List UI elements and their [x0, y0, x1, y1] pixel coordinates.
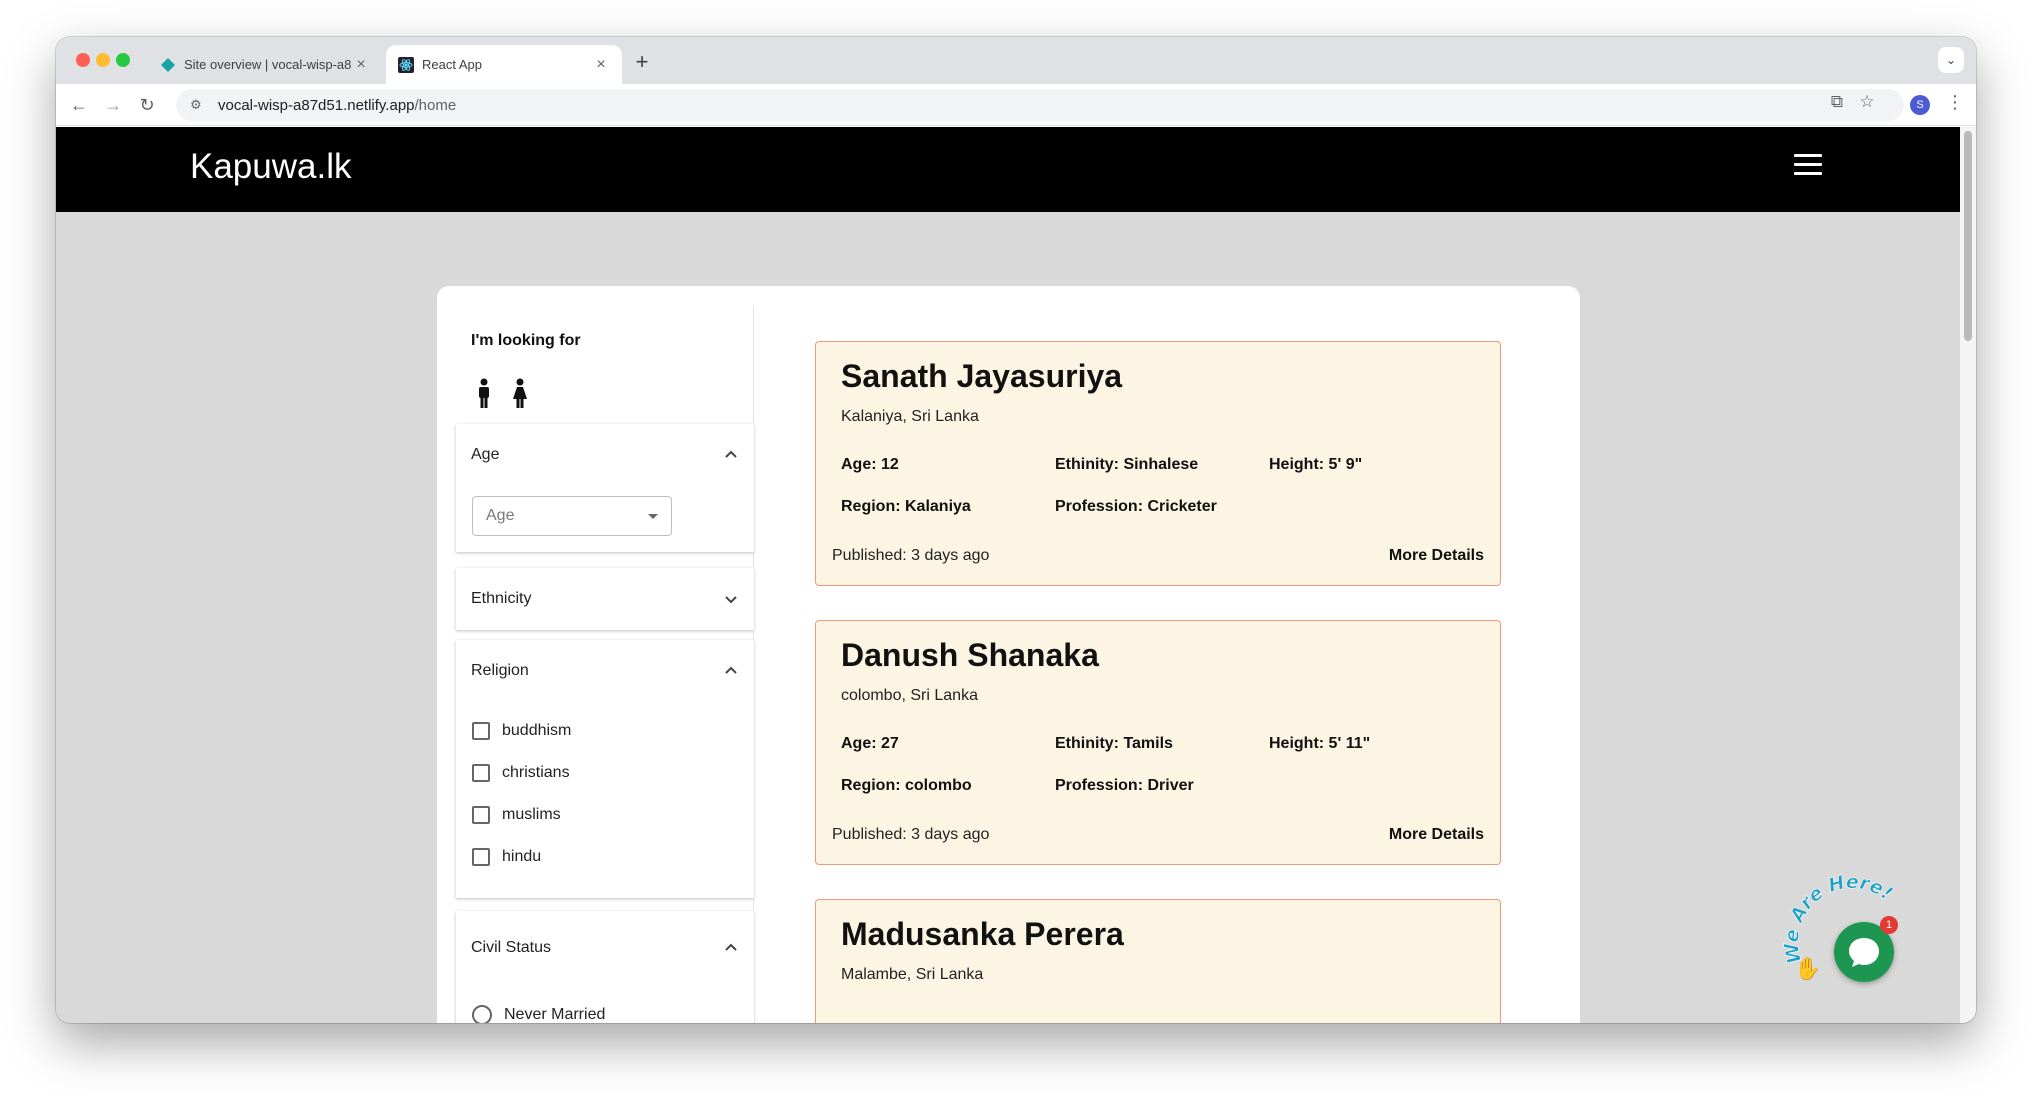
browser-window: Site overview | vocal-wisp-a8 × React Ap… — [56, 37, 1976, 1023]
civil-status-filter-panel: Civil Status Never Married — [456, 911, 754, 1023]
scrollbar-thumb[interactable] — [1964, 131, 1972, 341]
chat-unread-badge: 1 — [1880, 916, 1898, 934]
profile-region: Region: Kalaniya — [841, 498, 971, 515]
back-button[interactable]: ← — [66, 92, 92, 118]
civil-status-panel-header[interactable]: Civil Status — [471, 917, 738, 979]
browser-toolbar: ← → ↻ ⚙ vocal-wisp-a87d51.netlify.app/ho… — [56, 84, 1976, 126]
react-icon — [398, 56, 414, 73]
radio-button[interactable] — [472, 1005, 492, 1023]
netlify-icon — [160, 57, 176, 73]
tab-search-button[interactable]: ⌄ — [1938, 47, 1964, 73]
minimize-window-button[interactable] — [96, 53, 110, 67]
address-bar[interactable]: ⚙ vocal-wisp-a87d51.netlify.app/home — [176, 89, 1904, 121]
radio-label: Never Married — [504, 1006, 606, 1023]
menu-icon[interactable] — [1794, 154, 1822, 181]
profile-profession: Profession: Driver — [1055, 777, 1194, 794]
profile-ethnicity: Ethinity: Sinhalese — [1055, 456, 1199, 473]
religion-option-hindu[interactable]: hindu — [472, 848, 541, 866]
profile-name: Sanath Jayasuriya — [841, 358, 1123, 394]
chevron-up-icon[interactable] — [724, 448, 738, 462]
close-tab-icon[interactable]: × — [592, 56, 610, 74]
profile-age: Age: 27 — [841, 735, 899, 752]
reload-button[interactable]: ↻ — [134, 92, 160, 118]
main-content: I'm looking for Age Age Ethnicity Religi… — [437, 286, 1580, 1023]
checkbox-label: buddhism — [502, 722, 572, 739]
profile-age: Age: 12 — [841, 456, 899, 473]
profile-name: Danush Shanaka — [841, 637, 1099, 673]
tab-title: React App — [422, 57, 482, 72]
profile-location: Kalaniya, Sri Lanka — [841, 408, 979, 425]
ethnicity-panel-title: Ethnicity — [471, 590, 532, 607]
age-panel-header[interactable]: Age — [471, 424, 738, 486]
browser-menu-icon[interactable]: ⋮ — [1946, 92, 1964, 113]
close-tab-icon[interactable]: × — [352, 56, 370, 74]
tab-strip: Site overview | vocal-wisp-a8 × React Ap… — [56, 37, 1976, 84]
looking-for-label: I'm looking for — [471, 332, 581, 349]
profile-card: Madusanka Perera Malambe, Sri Lanka — [815, 899, 1501, 1023]
profile-location: Malambe, Sri Lanka — [841, 966, 984, 983]
age-panel-title: Age — [471, 446, 500, 463]
profile-ethnicity: Ethinity: Tamils — [1055, 735, 1173, 752]
profile-height: Height: 5' 9" — [1269, 456, 1363, 473]
profile-published: Published: 3 days ago — [832, 826, 990, 843]
tab-react-app[interactable]: React App × — [386, 45, 622, 84]
page-viewport: Kapuwa.lk I'm looking for Age Age Ethnic… — [56, 127, 1960, 1023]
brand-logo[interactable]: Kapuwa.lk — [190, 147, 351, 187]
profile-region: Region: colombo — [841, 777, 972, 794]
chevron-up-icon[interactable] — [724, 664, 738, 678]
maximize-window-button[interactable] — [116, 53, 130, 67]
checkbox[interactable] — [472, 722, 490, 740]
civil-status-option-never-married[interactable]: Never Married — [472, 1005, 605, 1023]
religion-filter-panel: Religion buddhism christians muslims hin… — [456, 640, 754, 898]
url-path: /home — [414, 96, 457, 114]
site-info-icon[interactable]: ⚙ — [190, 97, 208, 113]
profile-avatar[interactable]: S — [1910, 95, 1930, 115]
checkbox[interactable] — [472, 848, 490, 866]
religion-panel-header[interactable]: Religion — [471, 640, 738, 702]
chevron-down-icon[interactable] — [724, 592, 738, 606]
profile-name: Madusanka Perera — [841, 916, 1124, 952]
profile-card: Danush Shanaka colombo, Sri Lanka Age: 2… — [815, 620, 1501, 865]
more-details-link[interactable]: More Details — [1389, 547, 1484, 565]
checkbox[interactable] — [472, 764, 490, 782]
chevron-up-icon[interactable] — [724, 941, 738, 955]
tab-title: Site overview | vocal-wisp-a8 — [184, 57, 352, 72]
app-header: Kapuwa.lk — [56, 127, 1960, 212]
waving-hand-icon: ✋ — [1794, 956, 1822, 981]
ethnicity-filter-panel: Ethnicity — [456, 568, 754, 630]
age-select[interactable]: Age — [472, 496, 672, 536]
forward-button[interactable]: → — [100, 92, 126, 118]
religion-option-buddhism[interactable]: buddhism — [472, 722, 571, 740]
url-domain: vocal-wisp-a87d51.netlify.app — [218, 96, 415, 114]
civil-status-panel-title: Civil Status — [471, 939, 552, 956]
profile-published: Published: 3 days ago — [832, 547, 990, 564]
tab-site-overview[interactable]: Site overview | vocal-wisp-a8 × — [148, 45, 382, 84]
profile-height: Height: 5' 11" — [1269, 735, 1371, 752]
more-details-link[interactable]: More Details — [1389, 826, 1484, 844]
profile-profession: Profession: Cricketer — [1055, 498, 1217, 515]
install-app-icon[interactable]: ⧉ — [1824, 92, 1850, 112]
dropdown-caret-icon — [648, 513, 658, 519]
profile-location: colombo, Sri Lanka — [841, 687, 978, 704]
age-filter-panel: Age Age — [456, 424, 754, 552]
profile-card: Sanath Jayasuriya Kalaniya, Sri Lanka Ag… — [815, 341, 1501, 586]
ethnicity-panel-header[interactable]: Ethnicity — [471, 568, 738, 630]
checkbox[interactable] — [472, 806, 490, 824]
filter-sidebar: I'm looking for Age Age Ethnicity Religi… — [456, 306, 754, 1023]
close-window-button[interactable] — [76, 53, 90, 67]
chat-widget[interactable]: We Are Here! ✋ 1 — [1778, 872, 1918, 1002]
age-select-placeholder: Age — [486, 507, 515, 524]
religion-option-muslims[interactable]: muslims — [472, 806, 561, 824]
new-tab-button[interactable]: + — [630, 49, 654, 75]
checkbox-label: hindu — [502, 848, 542, 865]
religion-option-christians[interactable]: christians — [472, 764, 570, 782]
checkbox-label: christians — [502, 764, 570, 781]
checkbox-label: muslims — [502, 806, 561, 823]
page-scrollbar[interactable] — [1960, 127, 1976, 1023]
bookmark-star-icon[interactable]: ☆ — [1854, 92, 1880, 112]
female-icon[interactable] — [512, 378, 528, 413]
male-icon[interactable] — [477, 378, 491, 413]
religion-panel-title: Religion — [471, 662, 529, 679]
